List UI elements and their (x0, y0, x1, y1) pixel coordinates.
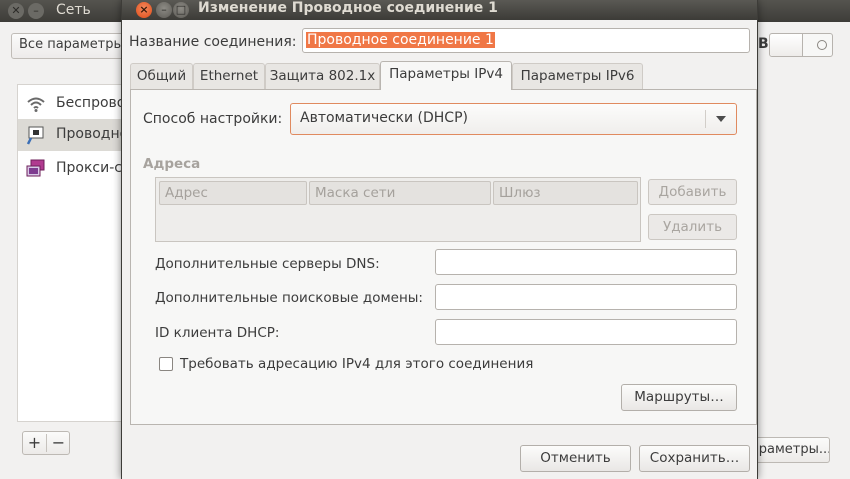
save-button[interactable]: Сохранить… (639, 445, 750, 472)
search-domains-input[interactable] (435, 284, 737, 310)
bg-close-icon[interactable]: ✕ (8, 3, 24, 19)
add-remove-buttons: + − (22, 431, 70, 455)
column-header-netmask[interactable]: Маска сети (309, 181, 491, 205)
network-item-wireless[interactable]: Беспроводная сеть (18, 88, 124, 120)
proxy-icon (26, 159, 45, 177)
all-settings-button[interactable]: Все параметры (11, 33, 136, 59)
minimize-icon[interactable]: – (156, 2, 172, 18)
connection-name-label: Название соединения: (129, 34, 297, 50)
tab-general[interactable]: Общий (130, 63, 193, 89)
network-item-wired[interactable]: Проводное (18, 119, 124, 151)
add-address-button[interactable]: Добавить (648, 179, 737, 205)
remove-address-button[interactable]: Удалить (648, 214, 737, 240)
dialog-title: Изменение Проводное соединение 1 (198, 0, 498, 16)
column-header-gateway[interactable]: Шлюз (493, 181, 638, 205)
network-item-label: Беспроводная сеть (56, 95, 124, 111)
dns-servers-label: Дополнительные серверы DNS: (155, 256, 380, 272)
wired-network-icon (26, 126, 44, 145)
require-ipv4-label[interactable]: Требовать адресацию IPv4 для этого соеди… (180, 356, 533, 372)
bg-minimize-icon[interactable]: – (28, 3, 44, 19)
connection-name-value: Проводное соединение 1 (306, 32, 495, 48)
column-header-address[interactable]: Адрес (159, 181, 307, 205)
dns-servers-input[interactable] (435, 249, 737, 275)
tab-ipv6-settings[interactable]: Параметры IPv6 (512, 63, 643, 89)
wifi-icon (27, 97, 45, 112)
routes-button[interactable]: Маршруты… (621, 384, 737, 411)
maximize-icon[interactable]: □ (173, 2, 189, 18)
method-label: Способ настройки: (143, 111, 283, 127)
switch-knob[interactable] (770, 34, 803, 56)
dialog-titlebar: × – □ Изменение Проводное соединение 1 (122, 0, 757, 20)
add-network-button[interactable]: + (23, 433, 46, 452)
tab-ethernet[interactable]: Ethernet (193, 63, 265, 89)
connection-name-input[interactable]: Проводное соединение 1 (302, 28, 750, 53)
background-window-title: Сеть (56, 2, 91, 18)
dhcp-client-id-input[interactable] (435, 319, 737, 345)
tab-security-8021x[interactable]: Защита 802.1x (265, 63, 380, 89)
require-ipv4-checkbox[interactable] (159, 357, 173, 371)
switch-off-icon (817, 40, 827, 50)
network-item-label: Прокси-сервер (56, 160, 124, 176)
addresses-table[interactable]: Адрес Маска сети Шлюз (155, 177, 641, 242)
method-value: Автоматически (DHCP) (300, 110, 468, 126)
network-item-proxy[interactable]: Прокси-сервер (18, 153, 124, 185)
tab-ipv4-settings[interactable]: Параметры IPv4 (380, 61, 512, 90)
combo-separator (705, 110, 706, 128)
cancel-button[interactable]: Отменить (520, 445, 631, 472)
network-device-list: Беспроводная сеть Проводное Прокси-серве… (17, 84, 124, 422)
search-domains-label: Дополнительные поисковые домены: (155, 290, 423, 306)
network-toggle-switch[interactable] (769, 33, 833, 57)
dhcp-client-id-label: ID клиента DHCP: (155, 325, 280, 341)
chevron-down-icon (716, 116, 726, 122)
network-item-label: Проводное (56, 126, 124, 142)
method-select[interactable]: Автоматически (DHCP) (290, 103, 737, 135)
remove-network-button[interactable]: − (47, 433, 70, 452)
background-side-label: B (758, 36, 769, 52)
addresses-heading: Адреса (143, 156, 201, 172)
edit-connection-dialog: × – □ Изменение Проводное соединение 1 Н… (121, 0, 758, 479)
close-icon[interactable]: × (136, 2, 152, 18)
